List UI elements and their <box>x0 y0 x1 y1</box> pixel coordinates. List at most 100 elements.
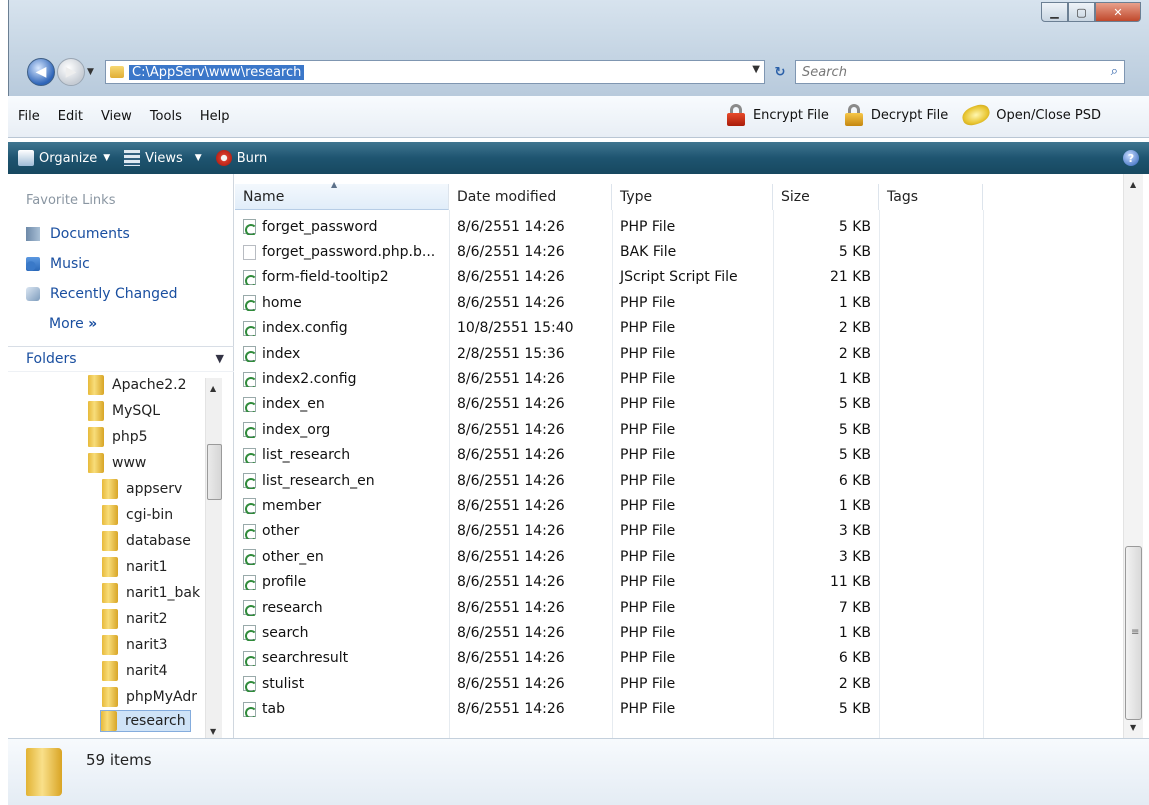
back-button[interactable]: ◀ <box>27 58 55 86</box>
file-date: 8/6/2551 14:26 <box>457 269 565 286</box>
blank-file-icon <box>243 244 256 260</box>
tree-folder[interactable]: Apache2.2 <box>88 374 187 396</box>
file-type: PHP File <box>620 447 676 464</box>
more-link[interactable]: More » <box>49 316 97 332</box>
folder-tree-scrollbar[interactable]: ▲ ▼ <box>205 378 222 740</box>
refresh-button[interactable]: ↻ <box>767 60 793 84</box>
forward-button[interactable]: ▶ <box>57 58 85 86</box>
file-row[interactable]: index 2/8/2551 15:36 PHP File 2 KB <box>235 341 1129 366</box>
script-file-icon <box>243 346 257 362</box>
file-row[interactable]: list_research_en 8/6/2551 14:26 PHP File 6 … <box>235 468 1129 493</box>
menu-file[interactable]: File <box>8 109 49 124</box>
open-close-psd-button[interactable]: Open/Close PSD <box>960 102 1101 128</box>
file-row[interactable]: forget_password 8/6/2551 14:26 PHP File 5 K… <box>235 214 1129 239</box>
file-date: 2/8/2551 15:36 <box>457 345 565 362</box>
favorite-documents[interactable]: Documents <box>26 226 130 242</box>
script-file-icon <box>243 473 257 489</box>
file-name-cell: research <box>235 600 449 616</box>
recent-pages-dropdown[interactable]: ▼ <box>87 67 99 77</box>
file-name-cell: index.config <box>235 320 449 337</box>
file-list-scrollbar[interactable]: ▲ ≡ ▼ <box>1123 174 1143 738</box>
file-row[interactable]: search 8/6/2551 14:26 PHP File 1 KB <box>235 620 1129 645</box>
maximize-button[interactable]: ▢ <box>1068 2 1095 22</box>
file-size: 1 KB <box>838 294 871 311</box>
file-row[interactable]: index_org 8/6/2551 14:26 PHP File 5 KB <box>235 417 1129 442</box>
menu-view[interactable]: View <box>92 109 141 124</box>
favorite-recently-changed[interactable]: Recently Changed <box>26 286 178 302</box>
file-type: PHP File <box>620 345 676 362</box>
file-name: search <box>262 624 309 641</box>
encrypt-file-button[interactable]: Encrypt File <box>725 104 829 126</box>
file-date: 10/8/2551 15:40 <box>457 320 574 337</box>
search-input[interactable]: Search ⌕ <box>795 60 1125 84</box>
file-row[interactable]: forget_password.php.b... 8/6/2551 14:26 BA… <box>235 239 1129 264</box>
scroll-up-icon[interactable]: ▲ <box>210 384 216 393</box>
menu-tools[interactable]: Tools <box>141 109 191 124</box>
column-header-tags[interactable]: Tags <box>879 184 983 210</box>
folders-header[interactable]: Folders ▼ <box>8 346 234 372</box>
file-row[interactable]: tab 8/6/2551 14:26 PHP File 5 KB <box>235 696 1129 721</box>
file-row[interactable]: index2.config 8/6/2551 14:26 PHP File 1 KB <box>235 366 1129 391</box>
double-chevron-icon: » <box>88 316 98 332</box>
address-bar[interactable]: C:\AppServ\www\research ▼ <box>105 60 765 84</box>
file-name-cell: other <box>235 523 449 540</box>
file-row[interactable]: member 8/6/2551 14:26 PHP File 1 KB <box>235 493 1129 518</box>
views-button[interactable]: Views ▼ <box>124 150 202 166</box>
folder-icon <box>110 66 124 78</box>
column-header-type[interactable]: Type <box>612 184 773 210</box>
file-row[interactable]: list_research 8/6/2551 14:26 PHP File 5 KB <box>235 443 1129 468</box>
lock-icon <box>725 104 747 126</box>
file-date: 8/6/2551 14:26 <box>457 447 565 464</box>
column-header-date[interactable]: Date modified <box>449 184 612 210</box>
file-type: PHP File <box>620 574 676 591</box>
tree-folder[interactable]: narit1 <box>102 556 168 578</box>
tree-folder[interactable]: phpMyAdr <box>102 686 197 708</box>
tree-folder[interactable]: www <box>88 452 146 474</box>
scrollbar-thumb[interactable] <box>207 444 222 500</box>
tree-folder[interactable]: appserv <box>102 478 182 500</box>
tree-folder[interactable]: narit1_bak <box>102 582 200 604</box>
help-icon[interactable]: ? <box>1123 150 1139 166</box>
column-header-name[interactable]: ▲ Name <box>235 180 449 210</box>
tree-folder[interactable]: MySQL <box>88 400 160 422</box>
favorite-label: Music <box>50 256 90 272</box>
decrypt-file-button[interactable]: Decrypt File <box>843 104 948 126</box>
file-size: 1 KB <box>838 624 871 641</box>
address-path[interactable]: C:\AppServ\www\research <box>129 64 305 80</box>
file-row[interactable]: profile 8/6/2551 14:26 PHP File 11 KB <box>235 569 1129 594</box>
tree-folder-selected[interactable]: research <box>100 710 191 732</box>
scroll-down-icon[interactable]: ▼ <box>210 727 216 736</box>
tree-folder[interactable]: narit4 <box>102 660 168 682</box>
burn-button[interactable]: Burn <box>215 150 267 166</box>
file-row[interactable]: other_en 8/6/2551 14:26 PHP File 3 KB <box>235 544 1129 569</box>
scroll-up-icon[interactable]: ▲ <box>1130 180 1136 189</box>
scrollbar-thumb[interactable]: ≡ <box>1125 546 1142 720</box>
menu-help[interactable]: Help <box>191 109 239 124</box>
tree-folder[interactable]: narit2 <box>102 608 168 630</box>
menu-bar: File Edit View Tools Help Encrypt File D… <box>8 96 1149 138</box>
column-tags-label: Tags <box>887 189 918 205</box>
minimize-button[interactable]: ▁ <box>1041 2 1068 22</box>
search-icon[interactable]: ⌕ <box>1111 64 1118 79</box>
file-row[interactable]: other 8/6/2551 14:26 PHP File 3 KB <box>235 519 1129 544</box>
file-row[interactable]: research 8/6/2551 14:26 PHP File 7 KB <box>235 595 1129 620</box>
tree-folder[interactable]: database <box>102 530 191 552</box>
file-row[interactable]: home 8/6/2551 14:26 PHP File 1 KB <box>235 290 1129 315</box>
organize-button[interactable]: Organize ▼ <box>18 150 110 166</box>
file-row[interactable]: index_en 8/6/2551 14:26 PHP File 5 KB <box>235 392 1129 417</box>
menu-edit[interactable]: Edit <box>49 109 92 124</box>
favorite-music[interactable]: Music <box>26 256 90 272</box>
tree-folder[interactable]: narit3 <box>102 634 168 656</box>
tree-folder[interactable]: cgi-bin <box>102 504 173 526</box>
file-row[interactable]: form-field-tooltip2 8/6/2551 14:26 JScript… <box>235 265 1129 290</box>
address-dropdown-icon[interactable]: ▼ <box>752 64 760 75</box>
file-row[interactable]: stulist 8/6/2551 14:26 PHP File 2 KB <box>235 671 1129 696</box>
file-row[interactable]: searchresult 8/6/2551 14:26 PHP File 6 KB <box>235 646 1129 671</box>
script-file-icon <box>243 295 257 311</box>
scroll-down-icon[interactable]: ▼ <box>1130 723 1136 732</box>
close-button[interactable]: ✕ <box>1095 2 1141 22</box>
tree-folder[interactable]: php5 <box>88 426 148 448</box>
file-name-cell: search <box>235 625 449 641</box>
file-row[interactable]: index.config 10/8/2551 15:40 PHP File 2 KB <box>235 316 1129 341</box>
column-header-size[interactable]: Size <box>773 184 879 210</box>
